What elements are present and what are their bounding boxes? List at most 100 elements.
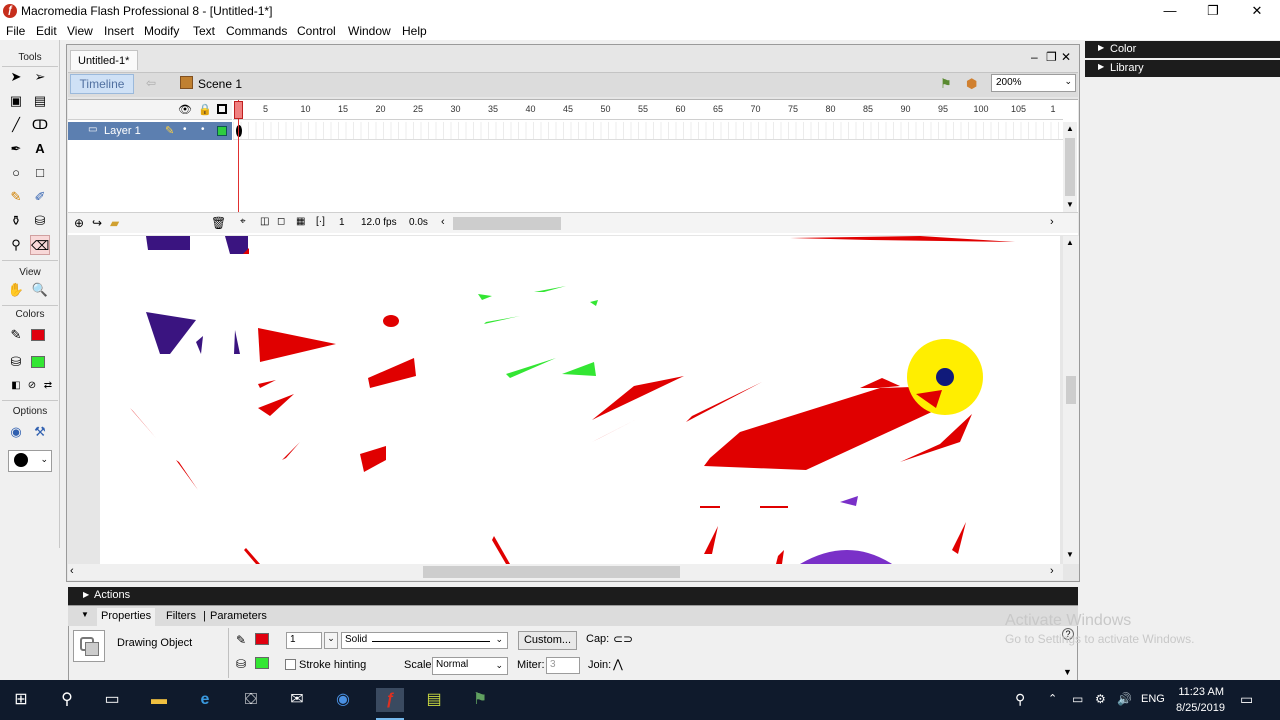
timeline-vertical-scrollbar[interactable]: ▲ ▼ [1063, 122, 1077, 212]
insert-layer-icon[interactable]: ⊕ [74, 216, 84, 230]
pencil-tool-icon[interactable]: ✎ [6, 187, 26, 207]
battery-icon[interactable]: ▭ [1072, 692, 1083, 706]
menu-edit[interactable]: Edit [36, 24, 57, 38]
stage-horizontal-scrollbar[interactable]: ‹ › [68, 564, 1063, 580]
task-view-icon[interactable]: ▭ [100, 688, 124, 712]
red-streak[interactable] [592, 376, 684, 420]
show-hide-eye-icon[interactable]: 👁 [178, 103, 192, 116]
purple-shape[interactable] [146, 236, 190, 250]
menu-help[interactable]: Help [402, 24, 427, 38]
red-shape[interactable] [282, 442, 300, 460]
paint-bucket-tool-icon[interactable]: ⛁ [30, 211, 50, 231]
stroke-width-dropdown-icon[interactable]: ⌄ [324, 632, 338, 649]
red-line[interactable] [492, 536, 510, 564]
layer-name[interactable]: Layer 1 [104, 125, 141, 137]
outline-color-icon[interactable] [217, 126, 227, 136]
red-line[interactable] [704, 526, 718, 554]
cap-style-icon[interactable]: ⊂⊃ [613, 632, 633, 646]
stage-vscroll-thumb[interactable] [1066, 376, 1076, 404]
menu-commands[interactable]: Commands [226, 24, 287, 38]
ink-bottle-tool-icon[interactable]: ⚱ [6, 211, 26, 231]
scroll-thumb[interactable] [1065, 138, 1075, 196]
green-stroke[interactable] [506, 358, 556, 378]
timeline-hscroll-thumb[interactable] [453, 217, 561, 230]
purple-shape[interactable] [225, 236, 248, 254]
lock-icon[interactable]: 🔒 [198, 103, 212, 116]
red-bird-body[interactable] [704, 386, 943, 470]
eyedropper-tool-icon[interactable]: ⚲ [6, 235, 26, 255]
menu-view[interactable]: View [67, 24, 93, 38]
eraser-mode-icon[interactable]: ◉ [6, 422, 26, 442]
line-tool-icon[interactable]: ╱ [6, 115, 26, 135]
edit-scene-icon[interactable]: ⚑ [940, 76, 952, 92]
restore-button[interactable]: ❐ [1190, 0, 1236, 22]
edit-multiple-frames-icon[interactable]: ▦ [296, 216, 305, 227]
green-stroke[interactable] [534, 286, 566, 292]
blue-eye[interactable] [936, 368, 954, 386]
red-line[interactable] [130, 408, 156, 438]
red-streak[interactable] [686, 382, 762, 422]
stage-canvas[interactable] [100, 236, 1060, 564]
document-tab[interactable]: Untitled-1* [70, 50, 138, 70]
zoom-dropdown[interactable]: 200% ⌄ [991, 74, 1076, 92]
scene-label[interactable]: Scene 1 [198, 77, 242, 91]
menu-modify[interactable]: Modify [144, 24, 179, 38]
menu-text[interactable]: Text [193, 24, 215, 38]
swap-colors-icon[interactable]: ⇄ [38, 376, 58, 396]
scroll-left-icon[interactable]: ‹ [441, 216, 445, 228]
green-stroke[interactable] [562, 362, 596, 376]
keyframe-icon[interactable] [236, 125, 242, 137]
subselection-tool-icon[interactable]: ➢ [30, 67, 50, 87]
timeline-toggle-button[interactable]: Timeline [70, 74, 134, 94]
start-windows-icon[interactable]: ⊞ [9, 688, 33, 712]
network-icon[interactable]: ⚙ [1095, 692, 1106, 706]
people-icon[interactable]: ⚲ [1015, 691, 1025, 708]
scroll-down-icon[interactable]: ▼ [1066, 550, 1074, 559]
chrome-icon[interactable]: ◉ [331, 688, 355, 712]
red-line[interactable] [700, 506, 720, 508]
purple-shape[interactable] [840, 496, 858, 506]
frame-rate-value[interactable]: 12.0 fps [361, 217, 397, 228]
green-stroke[interactable] [484, 316, 520, 324]
fill-color-swatch[interactable] [255, 657, 269, 669]
red-line[interactable] [776, 550, 784, 564]
oval-tool-icon[interactable]: ○ [6, 163, 26, 183]
stroke-width-input[interactable]: 1 [286, 632, 322, 649]
color-panel-header[interactable]: ▶ Color [1085, 41, 1280, 58]
doc-restore-icon[interactable]: ❐ [1046, 50, 1057, 64]
scroll-down-icon[interactable]: ▼ [1066, 200, 1074, 209]
back-arrow-icon[interactable]: ⇦ [146, 76, 156, 90]
free-transform-tool-icon[interactable]: ▣ [6, 91, 26, 111]
delete-layer-icon[interactable]: 🗑 [211, 216, 226, 230]
flash-taskbar-icon[interactable]: ƒ [376, 688, 404, 712]
red-shape[interactable] [360, 446, 386, 472]
app-icon[interactable]: ⚑ [468, 688, 492, 712]
menu-insert[interactable]: Insert [104, 24, 134, 38]
brush-tool-icon[interactable]: ✐ [30, 187, 50, 207]
scroll-right-icon[interactable]: › [1050, 216, 1054, 228]
library-panel-header[interactable]: ▶ Library [1085, 60, 1280, 77]
scale-dropdown[interactable]: Normal ⌄ [432, 657, 508, 675]
clock-date[interactable]: 8/25/2019 [1176, 702, 1225, 714]
menu-window[interactable]: Window [348, 24, 391, 38]
miter-input[interactable]: 3 [546, 657, 580, 674]
frame-ruler[interactable]: 5 10 15 20 25 30 35 40 45 50 55 60 65 70 75 80 85 90 95 100… [233, 100, 1063, 120]
mail-icon[interactable]: ✉ [285, 688, 309, 712]
language-indicator[interactable]: ENG [1141, 693, 1165, 705]
red-shape[interactable] [383, 315, 399, 327]
red-bird-beak[interactable] [860, 378, 900, 388]
eraser-shape-dropdown[interactable]: ⌄ [8, 450, 52, 472]
playhead-handle[interactable] [234, 101, 243, 119]
red-line[interactable] [952, 522, 966, 554]
visibility-dot-icon[interactable]: • [183, 124, 187, 135]
lock-dot-icon[interactable]: • [201, 124, 205, 135]
scroll-right-icon[interactable]: › [1050, 565, 1054, 577]
collapse-arrow-icon[interactable]: ▼ [1063, 667, 1072, 677]
doc-close-icon[interactable]: ✕ [1061, 50, 1071, 64]
red-line[interactable] [176, 460, 198, 490]
store-icon[interactable]: ⛋ [239, 688, 263, 712]
green-stroke[interactable] [590, 300, 598, 306]
selection-tool-icon[interactable]: ➤ [6, 67, 26, 87]
pen-tool-icon[interactable]: ✒ [6, 139, 26, 159]
stroke-style-dropdown[interactable]: Solid ⌄ [341, 632, 508, 649]
